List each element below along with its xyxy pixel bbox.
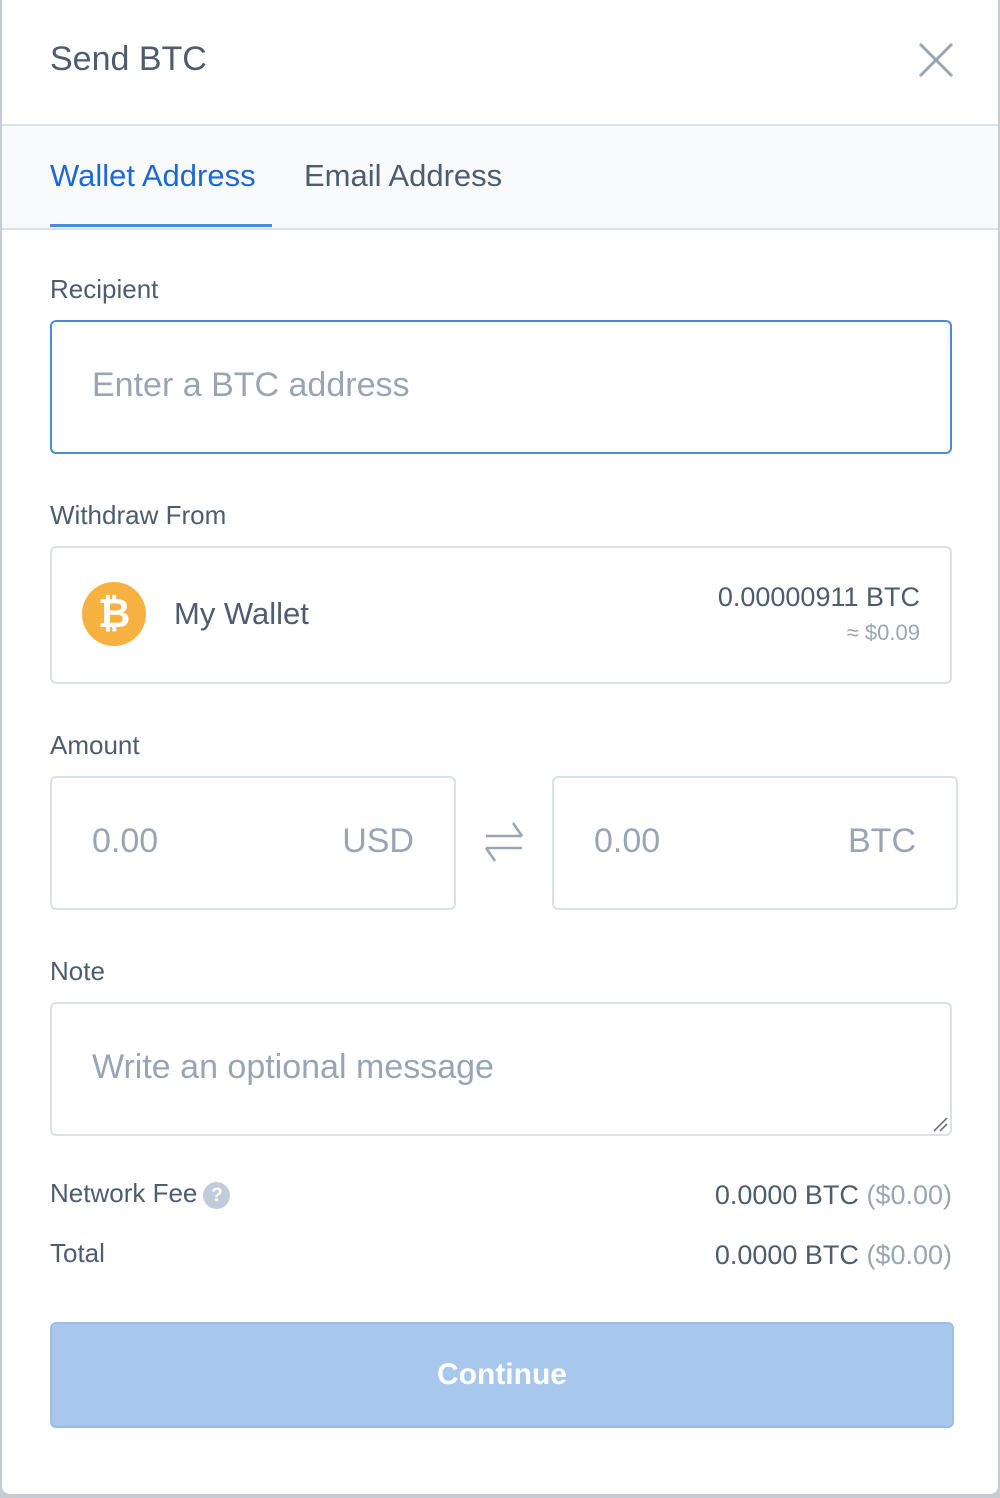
recipient-input[interactable]: Enter a BTC address — [50, 320, 952, 454]
note-placeholder: Write an optional message — [92, 1048, 494, 1086]
continue-button[interactable]: Continue — [50, 1322, 954, 1428]
network-fee-label: Network Fee? — [50, 1178, 231, 1209]
recipient-placeholder: Enter a BTC address — [92, 366, 410, 404]
wallet-name: My Wallet — [174, 596, 309, 631]
wallet-balance-btc: 0.00000911 BTC — [717, 582, 920, 612]
amount-btc-input[interactable]: 0.00 BTC — [552, 776, 958, 910]
tab-email-address[interactable]: Email Address — [304, 158, 502, 194]
amount-btc-currency: BTC — [848, 822, 916, 860]
total-usd: ($0.00) — [866, 1240, 952, 1270]
swap-arrows-icon[interactable] — [482, 820, 526, 864]
network-fee-text: Network Fee — [50, 1178, 198, 1208]
bitcoin-icon: ₿ — [82, 582, 146, 646]
amount-label: Amount — [50, 730, 140, 760]
close-icon[interactable] — [916, 40, 956, 80]
wallet-balance-usd: ≈ $0.09 — [846, 620, 920, 645]
modal-title: Send BTC — [50, 40, 207, 78]
total-btc: 0.0000 BTC — [714, 1240, 859, 1270]
modal-header: Send BTC — [2, 0, 998, 124]
amount-btc-value: 0.00 — [594, 822, 661, 860]
withdraw-from-label: Withdraw From — [50, 500, 227, 530]
network-fee-value: 0.0000 BTC ($0.00) — [715, 1180, 952, 1211]
total-label: Total — [50, 1238, 105, 1268]
amount-usd-currency: USD — [342, 822, 414, 860]
network-fee-btc: 0.0000 BTC — [714, 1180, 859, 1210]
send-btc-modal: Send BTC Wallet Address Email Address Re… — [2, 0, 998, 1494]
active-tab-indicator — [50, 224, 272, 227]
wallet-selector[interactable]: ₿ My Wallet 0.00000911 BTC ≈ $0.09 — [50, 546, 952, 684]
tab-wallet-address[interactable]: Wallet Address — [50, 158, 256, 194]
address-type-tabs: Wallet Address Email Address — [2, 124, 998, 230]
amount-usd-value: 0.00 — [92, 822, 159, 860]
resize-handle-icon[interactable] — [932, 1116, 948, 1132]
note-label: Note — [50, 956, 105, 986]
recipient-label: Recipient — [50, 274, 159, 304]
amount-usd-input[interactable]: 0.00 USD — [50, 776, 456, 910]
total-value: 0.0000 BTC ($0.00) — [715, 1240, 952, 1271]
network-fee-usd: ($0.00) — [866, 1180, 952, 1210]
note-textarea[interactable]: Write an optional message — [50, 1002, 952, 1136]
help-icon[interactable]: ? — [203, 1181, 231, 1209]
